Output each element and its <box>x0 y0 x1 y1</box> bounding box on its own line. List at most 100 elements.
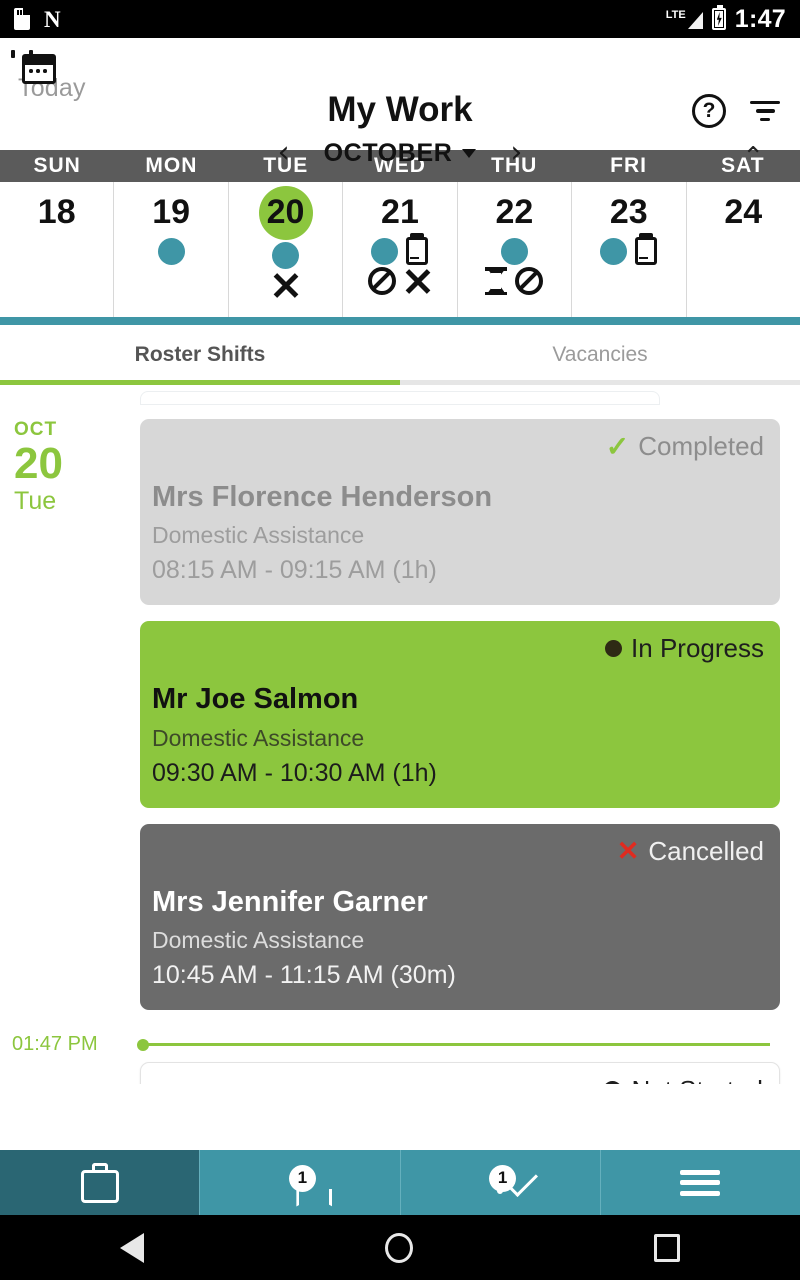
shift-time-text: 10:45 AM - 11:15 AM (30m) <box>152 961 456 990</box>
day-group-oct-20: OCT 20 Tue ✓ Completed Mrs Florence Hend… <box>0 405 800 1026</box>
briefcase-icon <box>80 1162 119 1203</box>
tab-roster-shifts[interactable]: Roster Shifts <box>0 325 400 385</box>
status-label: In Progress <box>631 633 764 664</box>
chevron-down-icon <box>462 148 477 158</box>
gutter-month: OCT <box>14 419 58 440</box>
tab-vacancies[interactable]: Vacancies <box>400 325 800 385</box>
day-icons-row <box>272 240 300 270</box>
calendar-day-20[interactable]: 20 <box>229 182 344 317</box>
android-navigation-bar <box>0 1215 800 1280</box>
status-badge: ✓ Completed <box>606 431 764 462</box>
status-bar-left-icons: N <box>14 8 61 31</box>
current-time-label: 01:47 PM <box>12 1032 98 1055</box>
calendar-day-21[interactable]: 21 <box>343 182 458 317</box>
next-month-button[interactable]: › <box>502 138 530 168</box>
gutter-weekday: Tue <box>14 487 57 516</box>
lte-signal-icon: LTE <box>666 9 703 29</box>
hamburger-menu-icon <box>680 1169 721 1196</box>
status-bar-clock: 1:47 <box>734 4 786 33</box>
calendar-day-24[interactable]: 24 <box>687 182 800 317</box>
tab-bar: Roster Shifts Vacancies <box>0 325 800 385</box>
page-title: My Work <box>327 90 473 129</box>
shift-card[interactable]: ✕ Cancelled Mrs Jennifer Garner Domestic… <box>140 823 780 1011</box>
teal-dot-icon <box>371 237 399 265</box>
gutter-day: 20 <box>14 439 63 488</box>
home-button[interactable] <box>384 1232 413 1263</box>
current-time-marker: 01:47 PM <box>0 1026 800 1062</box>
check-icon: ✓ <box>605 430 630 462</box>
day-gutter: OCT 20 Tue <box>0 419 140 1026</box>
shift-card[interactable]: Not Started Miss Karen Fletcher Domestic… <box>140 1062 780 1084</box>
status-badge: Not Started <box>603 1075 763 1084</box>
day-number: 22 <box>495 193 534 232</box>
sd-card-icon <box>14 8 30 30</box>
shift-cards: ✓ Completed Mrs Florence Henderson Domes… <box>140 419 800 1026</box>
no-entry-icon <box>515 267 544 295</box>
day-icons-row-2 <box>272 270 300 300</box>
shift-list[interactable]: OCT 20 Tue ✓ Completed Mrs Florence Hend… <box>0 385 800 1084</box>
nfc-icon: N <box>44 6 61 32</box>
nav-bookmarks[interactable]: 1 <box>200 1150 401 1215</box>
day-icons-row-2 <box>485 266 544 296</box>
day-icons-row <box>157 236 185 266</box>
shift-time: 10:45 AM - 11:15 AM (30m) <box>152 954 762 990</box>
status-badge: In Progress <box>605 633 764 664</box>
service-type: Domestic Assistance <box>152 522 365 549</box>
calendar-day-19[interactable]: 19 <box>114 182 229 317</box>
shift-time-text: 09:30 AM - 10:30 AM (1h) <box>152 758 437 787</box>
shift-card[interactable]: In Progress Mr Joe Salmon Domestic Assis… <box>140 621 780 808</box>
filter-icon[interactable] <box>748 99 782 123</box>
day-number: 21 <box>381 193 419 232</box>
nav-messages[interactable]: 1 <box>400 1150 601 1215</box>
day-gutter-empty <box>0 1062 140 1084</box>
x-icon <box>272 271 300 299</box>
calendar-day-18[interactable]: 18 <box>0 182 115 317</box>
teal-dot-icon <box>500 237 528 265</box>
day-number: 24 <box>724 193 763 232</box>
filled-circle-icon <box>605 640 623 658</box>
messages-badge: 1 <box>489 1164 517 1192</box>
status-label: Not Started <box>631 1075 763 1084</box>
month-selector[interactable]: OCTOBER <box>324 139 477 168</box>
x-icon: ✕ <box>616 835 640 866</box>
previous-card-peek <box>140 391 660 405</box>
prev-month-button[interactable]: ‹ <box>270 138 298 168</box>
clipboard-icon <box>406 233 429 265</box>
status-bar-right-icons: LTE 1:47 <box>666 5 786 34</box>
back-button[interactable] <box>120 1232 145 1263</box>
nav-menu[interactable] <box>600 1150 800 1215</box>
bookmark-badge: 1 <box>288 1164 316 1192</box>
calendar-day-22[interactable]: 22 <box>458 182 573 317</box>
status-label: Completed <box>638 431 764 461</box>
current-time-line <box>137 1038 770 1051</box>
shift-time: 09:30 AM - 10:30 AM (1h) <box>152 752 762 788</box>
status-bar: N LTE 1:47 <box>0 0 800 38</box>
day-group-continued: Not Started Miss Karen Fletcher Domestic… <box>0 1062 800 1084</box>
app-screen: N LTE 1:47 Today My Work ‹ OCTOBER › ? ⌃… <box>0 0 800 1280</box>
day-number: 18 <box>37 193 76 232</box>
recents-button[interactable] <box>653 1233 680 1262</box>
teal-dot-icon <box>600 237 628 265</box>
app-header: Today My Work ‹ OCTOBER › ? ⌃ <box>0 38 800 170</box>
week-strip: 18 19 20 21 22 23 24 <box>0 182 800 317</box>
no-entry-icon <box>367 267 396 295</box>
teal-dot-icon <box>157 237 185 265</box>
nav-my-work[interactable] <box>0 1150 201 1215</box>
service-type: Domestic Assistance <box>152 927 365 954</box>
shift-time-text: 08:15 AM - 09:15 AM (1h) <box>152 556 437 585</box>
day-icons-row <box>371 233 429 266</box>
empty-circle-icon <box>603 1081 623 1084</box>
clipboard-icon <box>635 233 658 265</box>
status-badge: ✕ Cancelled <box>617 836 764 867</box>
service-type: Domestic Assistance <box>152 724 365 751</box>
month-navigator: ‹ OCTOBER › <box>0 138 800 168</box>
help-icon[interactable]: ? <box>692 94 726 128</box>
shift-card[interactable]: ✓ Completed Mrs Florence Henderson Domes… <box>140 419 780 606</box>
shift-time: 08:15 AM - 09:15 AM (1h) <box>152 549 762 585</box>
calendar-day-23[interactable]: 23 <box>572 182 687 317</box>
bottom-navigation: 1 1 <box>0 1150 800 1215</box>
day-number: 23 <box>609 193 648 232</box>
teal-dot-icon <box>272 241 300 269</box>
chevron-up-icon[interactable]: ⌃ <box>742 144 764 170</box>
day-icons-row <box>600 233 658 266</box>
